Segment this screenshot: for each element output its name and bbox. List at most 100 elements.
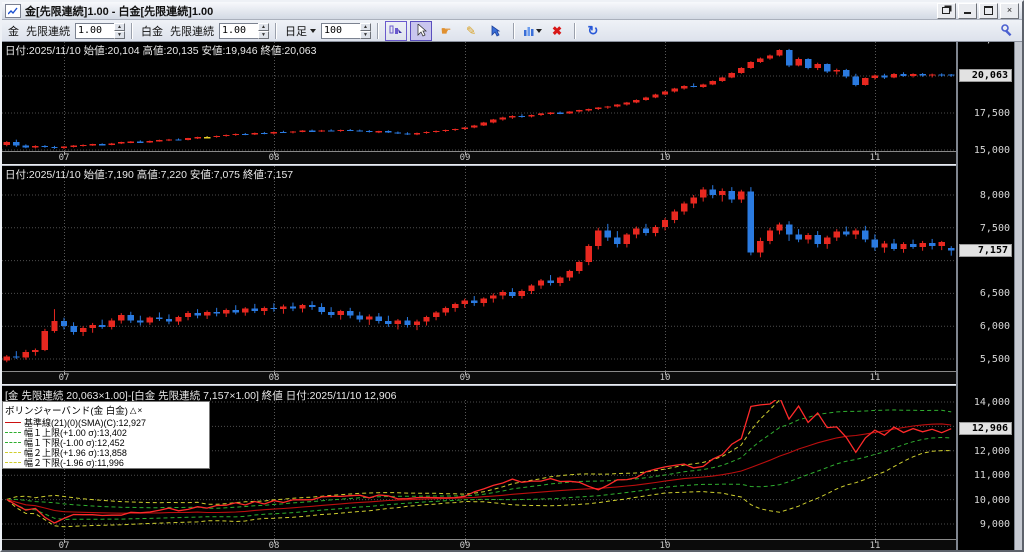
legend-entry: 幅２下限(-1.96 σ):11,996 <box>5 457 207 468</box>
spread-x-axis: 07 08 09 10 11 <box>2 539 1014 551</box>
price-tick-label: 6,500 <box>979 288 1010 300</box>
legend-entry-label: 幅２下限(-1.96 σ):11,996 <box>24 457 124 468</box>
toolbar-separator <box>377 22 379 39</box>
price-tick-label: 12,000 <box>973 445 1010 457</box>
chart-app-window: 金[先限連続]1.00 - 白金[先限連続]1.00 × 金 先限連続 ▲▼ 白… <box>0 0 1024 552</box>
symbol2-ratio-input[interactable] <box>219 22 258 39</box>
refresh-icon: ↻ <box>587 22 599 38</box>
minimize-button[interactable] <box>958 2 977 19</box>
legend-line-sample <box>5 461 21 463</box>
price-tick-label: 7,500 <box>979 222 1010 234</box>
refresh-button[interactable]: ↻ <box>582 21 604 41</box>
chart-cursor-icon <box>389 25 402 34</box>
title-bar[interactable]: 金[先限連続]1.00 - 白金[先限連続]1.00 × <box>2 2 1022 20</box>
month-label: 08 <box>268 373 280 383</box>
month-label: 07 <box>58 373 70 383</box>
symbol2-label: 白金 <box>141 25 163 38</box>
legend-collapse-close-buttons[interactable]: △× <box>130 405 144 416</box>
platinum-x-axis: 07 08 09 10 11 <box>2 371 1014 384</box>
toolbar-separator <box>275 22 277 39</box>
month-label: 10 <box>659 541 671 551</box>
maximize-button[interactable] <box>979 2 998 19</box>
toolbar: 金 先限連続 ▲▼ 白金 先限連続 ▲▼ 日足 ▲▼ <box>2 20 1022 42</box>
spin-down-icon[interactable]: ▼ <box>258 30 269 39</box>
month-label: 08 <box>268 541 280 551</box>
symbol1-ratio-spinner: ▲▼ <box>75 22 125 39</box>
price-tick-label: 6,000 <box>979 321 1010 333</box>
gold-ohlc-info: 日付:2025/11/10 始値:20,104 高値:20,135 安値:19,… <box>5 45 317 57</box>
toolbar-separator <box>513 22 515 39</box>
month-label: 09 <box>459 541 471 551</box>
month-label: 11 <box>869 541 881 551</box>
symbol1-label: 金 <box>8 25 19 38</box>
symbol1-ratio-input[interactable] <box>75 22 114 39</box>
bar-chart-icon <box>523 26 533 36</box>
price-tick-label: 9,000 <box>979 518 1010 530</box>
blue-arrow-icon <box>491 24 501 37</box>
chart-cursor-tool-button[interactable] <box>385 20 407 41</box>
gold-x-axis: 07 08 09 10 11 <box>2 151 1014 164</box>
bars-count-input[interactable] <box>321 22 360 39</box>
red-x-icon: ✖ <box>551 23 563 38</box>
float-window-button[interactable] <box>937 2 956 19</box>
legend-line-sample <box>5 431 21 433</box>
month-label: 09 <box>459 153 471 163</box>
spin-up-icon[interactable]: ▲ <box>360 22 371 31</box>
gold-candlestick-chart[interactable] <box>2 42 956 151</box>
window-title: 金[先限連続]1.00 - 白金[先限連続]1.00 <box>25 5 214 18</box>
toolbar-separator <box>574 22 576 39</box>
select-tool-button[interactable] <box>410 20 432 41</box>
cursor-arrow-icon <box>417 24 427 37</box>
symbol2-ratio-spinner: ▲▼ <box>219 22 269 39</box>
spin-up-icon[interactable]: ▲ <box>114 22 125 31</box>
month-label: 11 <box>869 153 881 163</box>
last-price-badge: 20,063 <box>959 68 1012 82</box>
arrow-annotation-button[interactable] <box>485 21 507 41</box>
spin-down-icon[interactable]: ▼ <box>360 30 371 39</box>
legend-line-sample <box>5 441 21 443</box>
month-label: 11 <box>869 373 881 383</box>
price-tick-label: 10,000 <box>973 494 1010 506</box>
spin-down-icon[interactable]: ▼ <box>114 30 125 39</box>
period-dropdown[interactable]: 日足 <box>285 23 316 39</box>
month-label: 09 <box>459 373 471 383</box>
price-tick-label: 5,500 <box>979 353 1010 365</box>
price-tick-label: 22,500 <box>974 42 1010 45</box>
price-axis-column: 22,500 17,500 15,000 20,063 8,000 7,500 6,500 6… <box>958 42 1014 550</box>
hand-icon: ☛ <box>440 23 452 38</box>
bollinger-legend: ボリンジャーバンド(金 白金) △× 基準線(21)(0)(SMA)(C):12… <box>2 401 210 469</box>
spin-up-icon[interactable]: ▲ <box>258 22 269 31</box>
month-label: 07 <box>58 541 70 551</box>
pencil-icon: ✎ <box>465 23 477 38</box>
wrench-icon <box>1000 24 1011 37</box>
month-label: 10 <box>659 153 671 163</box>
legend-line-sample <box>5 451 21 453</box>
bars-count-spinner: ▲▼ <box>321 22 371 39</box>
chevron-down-icon <box>310 28 316 33</box>
chart-content-area: 日付:2025/11/10 始値:20,104 高値:20,135 安値:19,… <box>2 42 1022 551</box>
period-label: 日足 <box>285 25 307 38</box>
month-label: 10 <box>659 373 671 383</box>
right-gray-strip <box>1014 42 1022 550</box>
panel-splitter[interactable] <box>2 384 1022 386</box>
hand-tool-button[interactable]: ☛ <box>435 21 457 41</box>
delete-indicator-button[interactable]: ✖ <box>546 21 568 41</box>
settings-wrench-button[interactable] <box>996 21 1018 41</box>
pencil-tool-button[interactable]: ✎ <box>460 21 482 41</box>
close-button[interactable]: × <box>1000 2 1019 19</box>
platinum-candlestick-chart[interactable] <box>2 166 956 371</box>
price-tick-label: 14,000 <box>973 397 1010 408</box>
chart-type-dropdown-button[interactable] <box>521 21 543 41</box>
chevron-down-icon <box>535 28 542 33</box>
last-price-badge: 12,906 <box>959 422 1012 436</box>
platinum-ohlc-info: 日付:2025/11/10 始値:7,190 高値:7,220 安値:7,075… <box>5 169 294 181</box>
app-chart-icon <box>5 3 21 18</box>
symbol2-series-label: 先限連続 <box>170 25 214 38</box>
price-tick-label: 8,000 <box>979 189 1010 201</box>
price-tick-label: 11,000 <box>973 470 1010 482</box>
last-price-badge: 7,157 <box>959 243 1012 257</box>
month-label: 07 <box>58 153 70 163</box>
month-label: 08 <box>268 153 280 163</box>
price-tick-label: 15,000 <box>973 144 1010 156</box>
toolbar-separator <box>131 22 133 39</box>
